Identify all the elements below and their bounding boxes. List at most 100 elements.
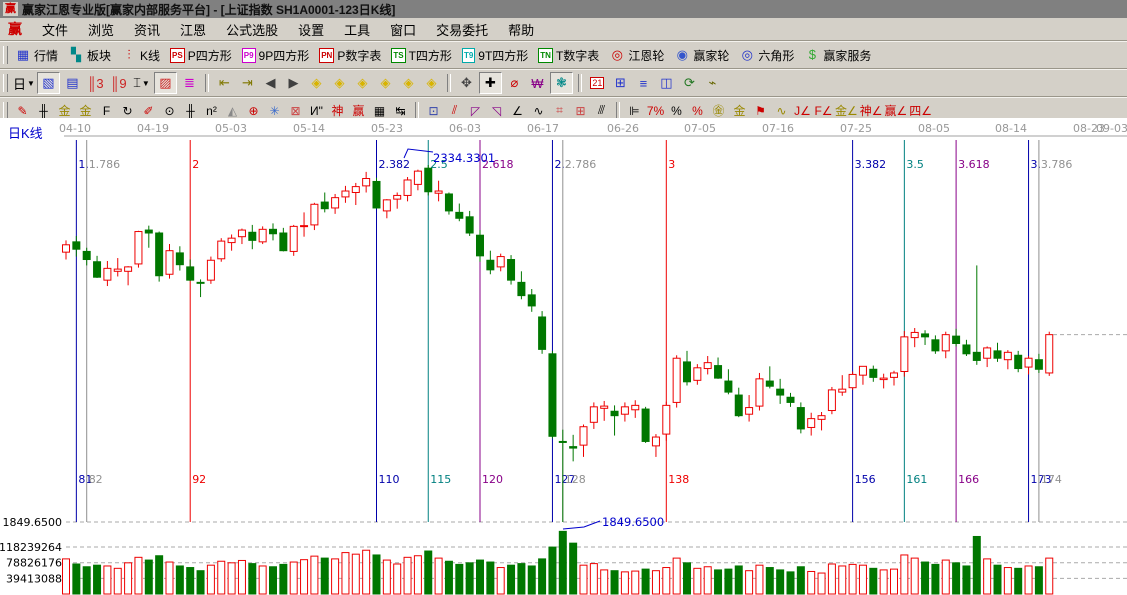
spiral-cycle-icon-glyph: ↻	[122, 103, 133, 118]
four-angle-icon-glyph: 四∠	[909, 104, 933, 118]
gann-tool-purple-icon[interactable]: ₩	[527, 73, 548, 93]
win-angle-icon-glyph: 赢∠	[884, 104, 908, 118]
app-logo-icon: 赢	[3, 2, 18, 16]
f10-info-icon[interactable]: ▤	[62, 73, 83, 93]
chart-overlay-icon[interactable]: ▧	[36, 72, 60, 94]
win-comb-icon-glyph: 赢	[352, 104, 365, 118]
bars-9-icon[interactable]: ║9	[108, 73, 129, 93]
svg-text:09-03: 09-03	[1096, 122, 1127, 135]
remote-pc-icon[interactable]: ⌁	[702, 73, 723, 93]
red-map-icon[interactable]: ▨	[153, 72, 177, 94]
period-day-button[interactable]: 日 ▼	[13, 73, 35, 93]
svg-text:07-05: 07-05	[684, 122, 716, 135]
percent-7-icon-glyph: 7%	[646, 103, 665, 118]
svg-text:174: 174	[1041, 473, 1062, 486]
hand-drag-icon[interactable]: ✥	[456, 73, 477, 93]
svg-text:08-05: 08-05	[918, 122, 950, 135]
candle-style-button-caret[interactable]: ▼	[142, 79, 150, 88]
svg-text:128: 128	[565, 473, 586, 486]
menu-3[interactable]: 江恩	[170, 18, 216, 41]
p-square-button[interactable]: PS P四方形	[167, 46, 239, 65]
width-measure-icon-glyph: ↹	[395, 103, 406, 118]
wave-icon-glyph: ∿	[533, 103, 544, 118]
9p-square-button[interactable]: P9 9P四方形	[239, 46, 316, 65]
menu-8[interactable]: 交易委托	[426, 18, 498, 41]
kline-button-label: K线	[140, 48, 161, 63]
scroll-left-diamond-icon[interactable]: ◈	[306, 73, 327, 93]
menu-9[interactable]: 帮助	[498, 18, 544, 41]
remote-pc-icon-glyph: ⌁	[708, 75, 717, 90]
p-number-table-button[interactable]: PN P数字表	[316, 46, 388, 65]
erase-line-icon[interactable]: ⌀	[504, 73, 525, 93]
time-comb-icon-glyph: ╫	[39, 103, 48, 118]
fan-box-icon-glyph: ◸	[470, 103, 481, 118]
svg-text:92: 92	[192, 473, 206, 486]
shen-angle-icon-glyph: 神∠	[859, 104, 883, 118]
menu-4[interactable]: 公式选股	[216, 18, 288, 41]
menu-0[interactable]: 文件	[32, 18, 78, 41]
winner-service-button[interactable]: $ 赢家服务	[801, 46, 878, 65]
prev-bar-icon[interactable]: ◀	[260, 73, 281, 93]
compress-y-diamond-icon[interactable]: ◈	[398, 73, 419, 93]
menu-2[interactable]: 资讯	[124, 18, 170, 41]
hexagon-wheel-icon: ◎	[741, 47, 754, 62]
period-day-button-caret[interactable]: ▼	[27, 79, 35, 88]
gann-tool-purple-icon-glyph: ₩	[531, 75, 544, 91]
f10-info-icon-glyph: ▤	[66, 75, 79, 90]
menu-items: 文件 浏览 资讯 江恩 公式选股 设置 工具 窗口 交易委托 帮助	[32, 18, 544, 41]
calculator-icon[interactable]: ⊞	[610, 73, 631, 93]
save-icon[interactable]: ◫	[656, 73, 677, 93]
notes-icon[interactable]: ≡	[633, 73, 654, 93]
svg-text:06-03: 06-03	[449, 122, 481, 135]
quotes-button-label: 行情	[34, 48, 59, 63]
brain-map-icon-glyph: ❃	[555, 75, 567, 90]
menu-7[interactable]: 窗口	[380, 18, 426, 41]
quotes-button[interactable]: ▦ 行情	[12, 46, 65, 65]
expand-y-diamond-icon[interactable]: ◈	[421, 73, 442, 93]
p-number-table-button-label: P数字表	[337, 48, 382, 63]
crosshair-icon[interactable]: ✚	[478, 72, 502, 94]
menu-1[interactable]: 浏览	[78, 18, 124, 41]
gold-line-icon-glyph: 金	[733, 104, 746, 118]
sectors-button[interactable]: ▚ 板块	[65, 46, 118, 65]
expand-x-diamond-icon[interactable]: ◈	[352, 73, 373, 93]
winner-wheel-button[interactable]: ◉ 赢家轮	[671, 46, 736, 65]
winner-wheel-icon: ◉	[676, 47, 688, 62]
svg-text:3.5: 3.5	[906, 158, 924, 171]
bars-3-icon[interactable]: ║3	[85, 73, 106, 93]
gold-angle-icon-glyph: 金∠	[835, 104, 858, 118]
svg-text:3.618: 3.618	[958, 158, 990, 171]
scroll-right-diamond-icon[interactable]: ◈	[329, 73, 350, 93]
svg-text:08-14: 08-14	[995, 122, 1027, 135]
svg-text:06-26: 06-26	[607, 122, 639, 135]
gann-wheel-button-label: 江恩轮	[628, 48, 665, 63]
pn-box-icon: PN	[319, 47, 335, 63]
volume-profile-icon[interactable]: ≣	[179, 73, 200, 93]
svg-text:138: 138	[668, 473, 689, 486]
gann-wheel-button[interactable]: ◎ 江恩轮	[606, 46, 671, 65]
first-page-icon[interactable]: ⇤	[214, 73, 235, 93]
candle-style-button-glyph: ⌶	[133, 75, 141, 90]
net-refresh-icon[interactable]: ⟳	[679, 73, 700, 93]
brush-red-icon-glyph: ✐	[143, 103, 154, 118]
candlestick-chart[interactable]: 04-10 04-19 05-03 05-14 05-23 06-03 06-17 06-26…	[0, 118, 1127, 595]
menu-6[interactable]: 工具	[334, 18, 380, 41]
kline-button[interactable]: ⫶ K线	[118, 46, 167, 65]
compress-x-diamond-icon[interactable]: ◈	[375, 73, 396, 93]
menu-5[interactable]: 设置	[288, 18, 334, 41]
t-square-button[interactable]: TS T四方形	[388, 46, 459, 65]
chart-area[interactable]: 日K线 04-10 04-19 05-03 05-14 05-23 06-03 06-17 0…	[0, 118, 1127, 595]
candle-style-button[interactable]: ⌶ ▼	[131, 73, 152, 93]
brain-map-icon[interactable]: ❃	[549, 72, 573, 94]
red-map-icon-glyph: ▨	[159, 75, 172, 90]
svg-text:07-16: 07-16	[762, 122, 794, 135]
9t-square-button[interactable]: T9 9T四方形	[459, 46, 535, 65]
scale-list-icon-glyph: ⊫	[629, 103, 640, 118]
wave-gold-icon-glyph: ∿	[776, 103, 787, 118]
last-page-icon[interactable]: ⇥	[237, 73, 258, 93]
t-number-table-button[interactable]: TN T数字表	[535, 46, 606, 65]
next-bar-icon[interactable]: ▶	[283, 73, 304, 93]
calendar-21-icon[interactable]: 21	[587, 73, 608, 93]
calculator-icon-glyph: ⊞	[614, 75, 626, 90]
hexagon-button[interactable]: ◎ 六角形	[736, 46, 801, 65]
